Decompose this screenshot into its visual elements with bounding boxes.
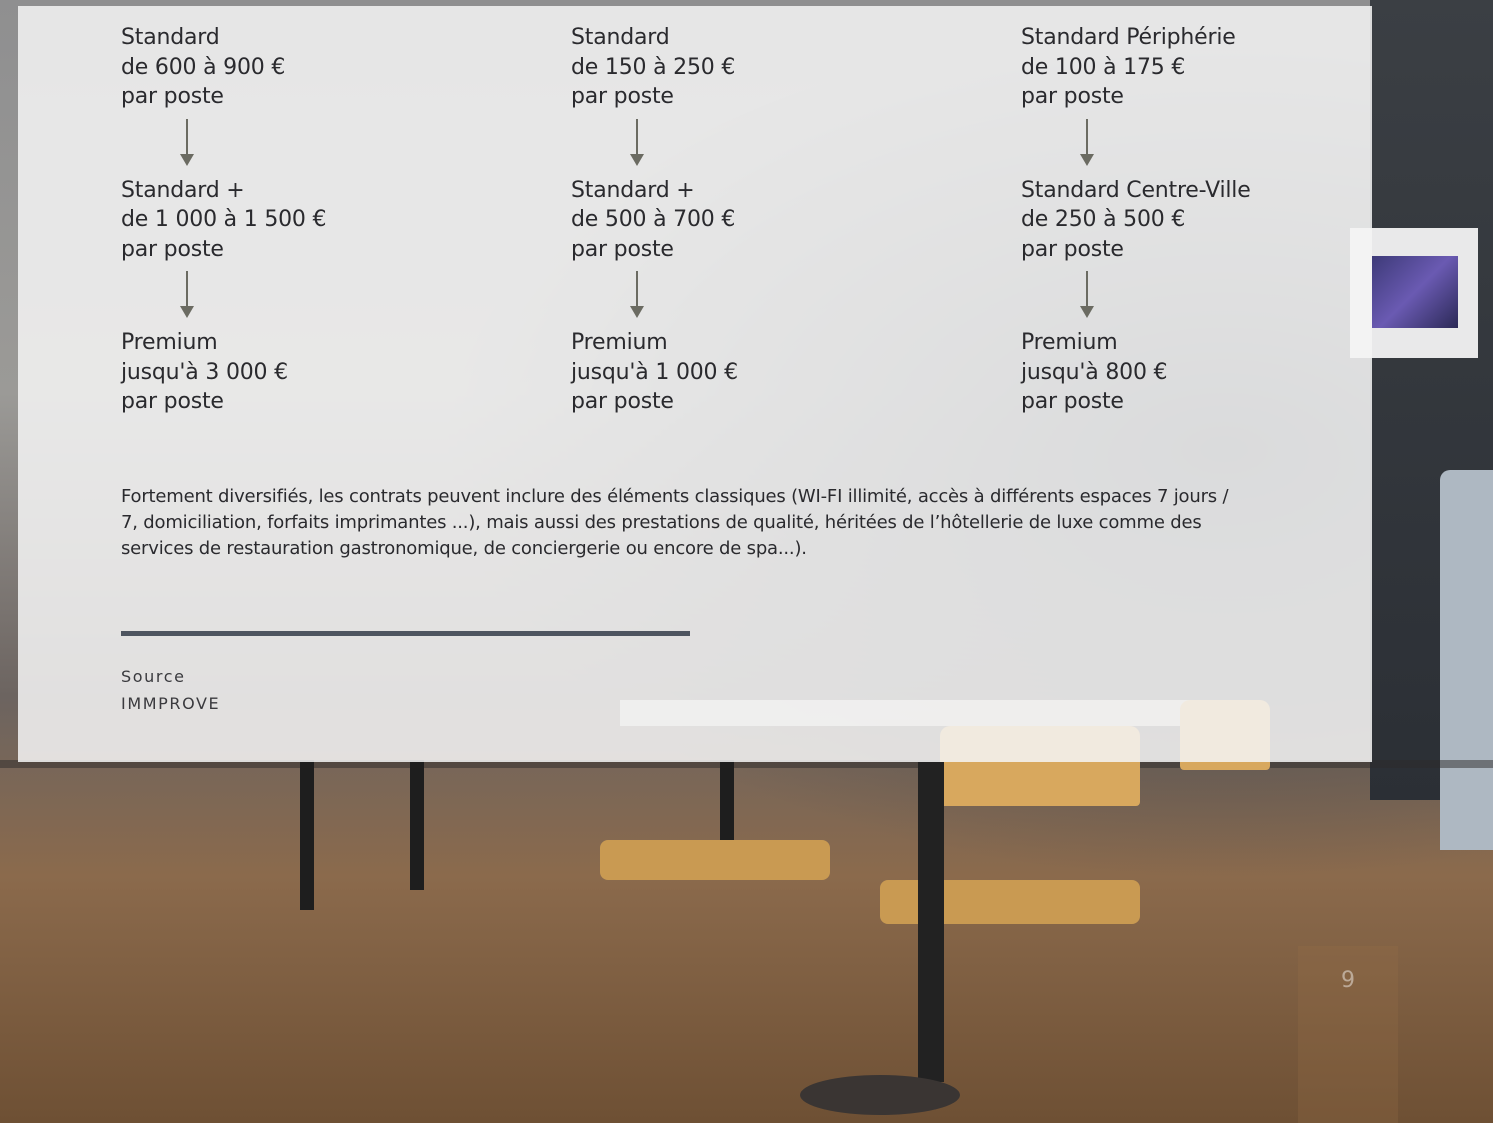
pricing-column-1: Standard de 600 à 900 € par poste Standa… [121,23,521,417]
pricing-tier: Premium jusqu'à 800 € par poste [1021,328,1421,417]
tier-unit: par poste [571,389,674,414]
pricing-tier: Standard + de 500 à 700 € par poste [571,176,971,265]
tier-price: de 600 à 900 € [121,54,286,80]
tier-name: Premium [121,330,218,355]
tier-price: de 250 à 500 € [1021,207,1186,232]
tier-name: Premium [571,330,668,355]
tier-price: de 500 à 700 € [571,207,736,232]
tier-unit: par poste [571,84,674,109]
down-arrow-icon [1021,116,1421,173]
background-chair-seat [600,840,830,880]
tier-price: jusqu'à 800 € [1021,359,1168,385]
tier-price: de 1 000 à 1 500 € [121,207,327,232]
tier-name: Standard [121,25,220,50]
tier-price: de 150 à 250 € [571,54,736,80]
background-sofa [1440,470,1493,850]
pricing-tier: Premium jusqu'à 1 000 € par poste [571,328,971,417]
tier-name: Standard Périphérie [1021,25,1236,50]
background-table-leg [410,760,424,890]
background-table-base [800,1075,960,1115]
description-paragraph: Fortement diversifiés, les contrats peuv… [121,486,1229,559]
pricing-tier: Premium jusqu'à 3 000 € par poste [121,328,521,417]
background-table-leg [720,760,734,840]
page-number: 9 [1298,946,1398,1123]
down-arrow-icon [121,268,521,325]
source-label: Source [121,667,186,686]
pricing-tier: Standard de 600 à 900 € par poste [121,23,521,112]
tier-name: Standard + [571,177,695,203]
tier-name: Premium [1021,330,1118,355]
tier-unit: par poste [571,236,674,262]
pricing-tier: Standard de 150 à 250 € par poste [571,23,971,112]
down-arrow-icon [1021,268,1421,325]
tier-unit: par poste [121,84,224,109]
background-table-pole [918,762,944,1082]
tier-unit: par poste [1021,389,1124,414]
divider [121,631,690,636]
tier-price: jusqu'à 3 000 € [121,359,288,385]
down-arrow-icon [121,116,521,173]
tier-unit: par poste [121,236,224,262]
tier-price: jusqu'à 1 000 € [571,359,738,385]
pricing-tier: Standard Périphérie de 100 à 175 € par p… [1021,23,1421,112]
tier-name: Standard [571,25,670,50]
tier-price: de 100 à 175 € [1021,54,1186,80]
source-name: IMMPROVE [121,694,221,713]
pricing-column-2: Standard de 150 à 250 € par poste Standa… [571,23,971,417]
down-arrow-icon [571,116,971,173]
pricing-tier: Standard + de 1 000 à 1 500 € par poste [121,176,521,265]
content-panel: Standard de 600 à 900 € par poste Standa… [18,6,1372,762]
source-block: Source IMMPROVE [121,663,220,717]
pricing-column-3: Standard Périphérie de 100 à 175 € par p… [1021,23,1421,417]
down-arrow-icon [571,268,971,325]
background-table-leg [300,760,314,910]
tier-unit: par poste [1021,236,1124,262]
tier-name: Standard Centre-Ville [1021,177,1251,203]
pricing-tier: Standard Centre-Ville de 250 à 500 € par… [1021,176,1421,265]
tier-unit: par poste [1021,84,1124,109]
tier-name: Standard + [121,177,245,203]
tier-unit: par poste [121,389,224,414]
